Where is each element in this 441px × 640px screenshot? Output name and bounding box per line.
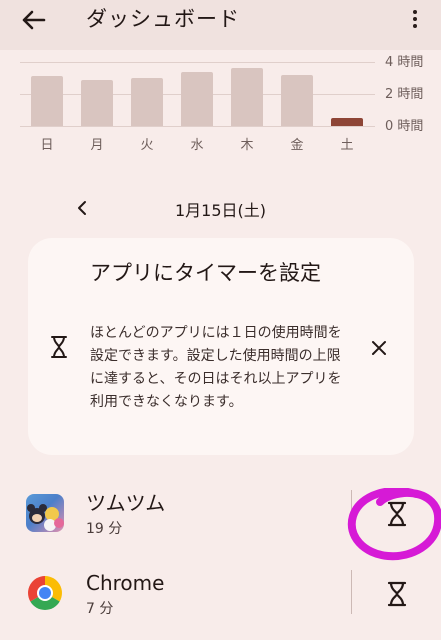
chart-bar[interactable] [81, 79, 113, 126]
chrome-app-icon [26, 574, 64, 612]
close-icon[interactable] [368, 337, 390, 359]
app-name: Chrome [86, 571, 165, 595]
gridline-top [20, 62, 375, 63]
timer-info-card[interactable]: アプリにタイマーを設定 ほとんどのアプリには１日の使用時間を設定できます。設定し… [28, 238, 414, 455]
divider [351, 570, 352, 614]
chart-bar[interactable] [31, 76, 63, 126]
x-tick-label: 木 [240, 138, 254, 153]
date-navigation: 1月15日(土) [0, 192, 441, 226]
chart-bar[interactable] [231, 68, 263, 126]
app-bar: ダッシュボード [0, 0, 441, 50]
usage-chart: 4 時間 2 時間 0 時間 日 月 火 水 木 金 土 [0, 50, 441, 160]
x-tick-label: 月 [90, 138, 104, 153]
app-row-tsumtsum[interactable]: ツムツム 19 分 [0, 482, 441, 548]
app-usage-time: 19 分 [86, 521, 123, 537]
tsumtsum-app-icon [26, 494, 64, 532]
y-tick-label: 2 時間 [385, 87, 424, 102]
page-title: ダッシュボード [86, 7, 240, 31]
back-arrow-icon[interactable] [16, 6, 50, 34]
chart-bar[interactable] [331, 118, 363, 126]
hourglass-icon [50, 335, 68, 359]
selected-date: 1月15日(土) [174, 201, 267, 220]
x-tick-label: 水 [190, 138, 204, 153]
chart-bar[interactable] [181, 71, 213, 126]
y-tick-label: 0 時間 [385, 119, 424, 134]
app-usage-time: 7 分 [86, 601, 114, 617]
card-title: アプリにタイマーを設定 [90, 261, 321, 285]
more-options-icon[interactable] [403, 8, 427, 36]
chart-bar[interactable] [281, 74, 313, 126]
gridline-bottom [20, 126, 375, 127]
y-tick-label: 4 時間 [385, 55, 424, 70]
card-description: ほとんどのアプリには１日の使用時間を設定できます。設定した使用時間の上限に達する… [90, 325, 342, 410]
x-tick-label: 土 [340, 138, 354, 153]
hourglass-timer-button[interactable] [380, 577, 414, 611]
x-tick-label: 日 [40, 138, 54, 153]
divider [351, 490, 352, 534]
app-name: ツムツム [86, 491, 166, 515]
hourglass-timer-button[interactable] [380, 497, 414, 531]
x-tick-label: 金 [290, 138, 304, 153]
app-row-chrome[interactable]: Chrome 7 分 [0, 562, 441, 628]
chart-bar[interactable] [131, 78, 163, 126]
x-tick-label: 火 [140, 138, 154, 153]
